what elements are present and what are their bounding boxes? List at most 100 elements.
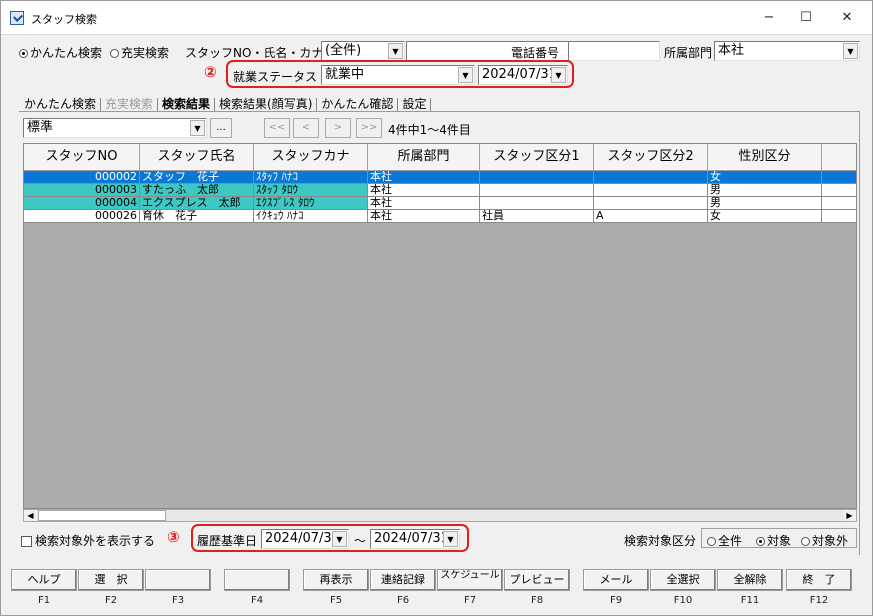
help-button[interactable]: ヘルプ (11, 569, 77, 591)
target-excluded-radio[interactable]: 対象外 (801, 532, 848, 549)
cell-dept: 本社 (368, 197, 480, 210)
column-header-staff-kana[interactable]: スタッフカナ (254, 144, 368, 171)
cell-dept: 本社 (368, 210, 480, 223)
chevron-down-icon[interactable]: ▼ (388, 43, 403, 59)
fkey-label: F1 (37, 595, 51, 606)
show-excluded-checkbox[interactable]: 検索対象外を表示する (21, 532, 155, 549)
select-all-button[interactable]: 全選択 (650, 569, 716, 591)
phone-input[interactable] (568, 41, 660, 61)
dept-label: 所属部門 (664, 46, 713, 60)
search-mode-full[interactable]: 充実検索 (110, 44, 169, 61)
staff-search-window: スタッフ検索 − ☐ ✕ かんたん検索 充実検索 スタッフNO・氏名・カナ (全… (0, 0, 873, 616)
cell-staff-kana: ｲｸｷｭｳ ﾊﾅｺ (254, 210, 368, 223)
maximize-button[interactable]: ☐ (791, 7, 821, 29)
nav-last-button[interactable]: >> (356, 118, 382, 138)
fkey-label: F12 (809, 595, 829, 606)
cell-category1 (480, 171, 594, 184)
app-icon (10, 11, 24, 25)
nav-next-button[interactable]: > (325, 118, 351, 138)
chevron-down-icon[interactable]: ▼ (190, 120, 205, 136)
deselect-all-button[interactable]: 全解除 (717, 569, 783, 591)
table-row[interactable]: 000004 エクスプレス 太郎 ｴｸｽﾌﾟﾚｽ ﾀﾛｳ 本社 男 (24, 197, 856, 210)
search-mode-simple-label: かんたん検索 (30, 46, 103, 60)
cell-staff-no: 000003 (24, 184, 140, 197)
nav-prev-button[interactable]: < (293, 118, 319, 138)
cell-staff-name: エクスプレス 太郎 (140, 197, 254, 210)
tab-search-results-photo[interactable]: 検索結果(顔写真) (216, 95, 315, 112)
tab-search-results[interactable]: 検索結果 (159, 95, 213, 112)
preview-button[interactable]: プレビュー (504, 569, 570, 591)
target-all-radio[interactable]: 全件 (707, 532, 742, 549)
minimize-button[interactable]: − (754, 7, 784, 29)
column-header-gender[interactable]: 性別区分 (708, 144, 822, 171)
annotation-2: ② (204, 63, 217, 81)
history-from-date-picker[interactable]: 2024/07/31 ▼ (261, 529, 349, 549)
chevron-down-icon[interactable]: ▼ (551, 67, 566, 83)
column-header-dept[interactable]: 所属部門 (368, 144, 480, 171)
target-excluded-label: 対象外 (812, 534, 849, 548)
target-included-radio[interactable]: 対象 (756, 532, 791, 549)
title-bar: スタッフ検索 − ☐ ✕ (1, 1, 872, 35)
column-header-category2[interactable]: スタッフ区分2 (594, 144, 708, 171)
more-button[interactable]: ... (210, 118, 232, 138)
preset-select[interactable]: 標準 ▼ (23, 118, 207, 138)
chevron-down-icon[interactable]: ▼ (443, 531, 458, 547)
fkey-label: F3 (171, 595, 185, 606)
chevron-down-icon[interactable]: ▼ (843, 43, 858, 59)
scroll-left-icon[interactable]: ◀ (24, 510, 37, 521)
search-mode-full-label: 充実検索 (121, 46, 170, 60)
chevron-down-icon[interactable]: ▼ (458, 67, 473, 83)
cell-gender: 男 (708, 184, 822, 197)
scroll-thumb[interactable] (38, 510, 166, 521)
tab-quick-check[interactable]: かんたん確認 (318, 95, 396, 112)
contact-log-button[interactable]: 連絡記録 (370, 569, 436, 591)
close-button[interactable]: ✕ (832, 7, 862, 29)
fkey-label: F4 (250, 595, 264, 606)
cell-category1: 社員 (480, 210, 594, 223)
staff-field-select[interactable]: (全件) ▼ (321, 41, 405, 61)
cell-staff-name: スタッフ 花子 (140, 171, 254, 184)
history-to-date-picker[interactable]: 2024/07/31 ▼ (370, 529, 460, 549)
cell-staff-kana: ｴｸｽﾌﾟﾚｽ ﾀﾛｳ (254, 197, 368, 210)
record-info: 4件中1～4件目 (388, 123, 471, 137)
column-header-staff-name[interactable]: スタッフ氏名 (140, 144, 254, 171)
refresh-button[interactable]: 再表示 (303, 569, 369, 591)
dept-select[interactable]: 本社 ▼ (714, 41, 860, 61)
table-row[interactable]: 000002 スタッフ 花子 ｽﾀｯﾌ ﾊﾅｺ 本社 女 (24, 171, 856, 184)
search-mode-simple[interactable]: かんたん検索 (19, 44, 102, 61)
dept-select-value: 本社 (718, 43, 745, 58)
cell-staff-no: 000004 (24, 197, 140, 210)
table-row[interactable]: 000026 育休 花子 ｲｸｷｭｳ ﾊﾅｺ 本社 社員 A 女 (24, 210, 856, 223)
mail-button[interactable]: メール (583, 569, 649, 591)
tab-settings[interactable]: 設定 (399, 95, 429, 112)
column-header-extra (822, 144, 856, 171)
status-select[interactable]: 就業中 ▼ (321, 65, 475, 85)
tab-strip: かんたん検索 充実検索 検索結果 検索結果(顔写真) かんたん確認 設定 (21, 95, 432, 112)
column-header-category1[interactable]: スタッフ区分1 (480, 144, 594, 171)
status-select-value: 就業中 (325, 67, 365, 82)
chevron-down-icon[interactable]: ▼ (332, 531, 347, 547)
staff-field-select-value: (全件) (325, 43, 362, 58)
cell-extra (822, 184, 856, 197)
scroll-right-icon[interactable]: ▶ (843, 510, 856, 521)
cell-staff-kana: ｽﾀｯﾌ ﾊﾅｺ (254, 171, 368, 184)
cell-extra (822, 210, 856, 223)
fkey-label: F6 (396, 595, 410, 606)
exit-button[interactable]: 終 了 (786, 569, 852, 591)
radio-all-icon (707, 537, 716, 546)
tab-simple-search[interactable]: かんたん検索 (21, 95, 99, 112)
horizontal-scrollbar[interactable]: ◀ ▶ (23, 509, 857, 522)
cell-category2 (594, 171, 708, 184)
status-date-picker[interactable]: 2024/07/31 ▼ (478, 65, 568, 85)
f3-button[interactable] (145, 569, 211, 591)
fkey-label: F9 (609, 595, 623, 606)
table-row[interactable]: 000003 すたっふ 太郎 ｽﾀｯﾌ ﾀﾛｳ 本社 男 (24, 184, 856, 197)
schedule-button[interactable]: スケジュール (437, 569, 503, 591)
checkbox-icon (21, 536, 32, 547)
tab-full-search[interactable]: 充実検索 (102, 95, 156, 112)
column-header-staff-no[interactable]: スタッフNO (24, 144, 140, 171)
nav-first-button[interactable]: << (264, 118, 290, 138)
select-button[interactable]: 選 択 (78, 569, 144, 591)
range-tilde: ～ (354, 534, 367, 548)
f4-button[interactable] (224, 569, 290, 591)
